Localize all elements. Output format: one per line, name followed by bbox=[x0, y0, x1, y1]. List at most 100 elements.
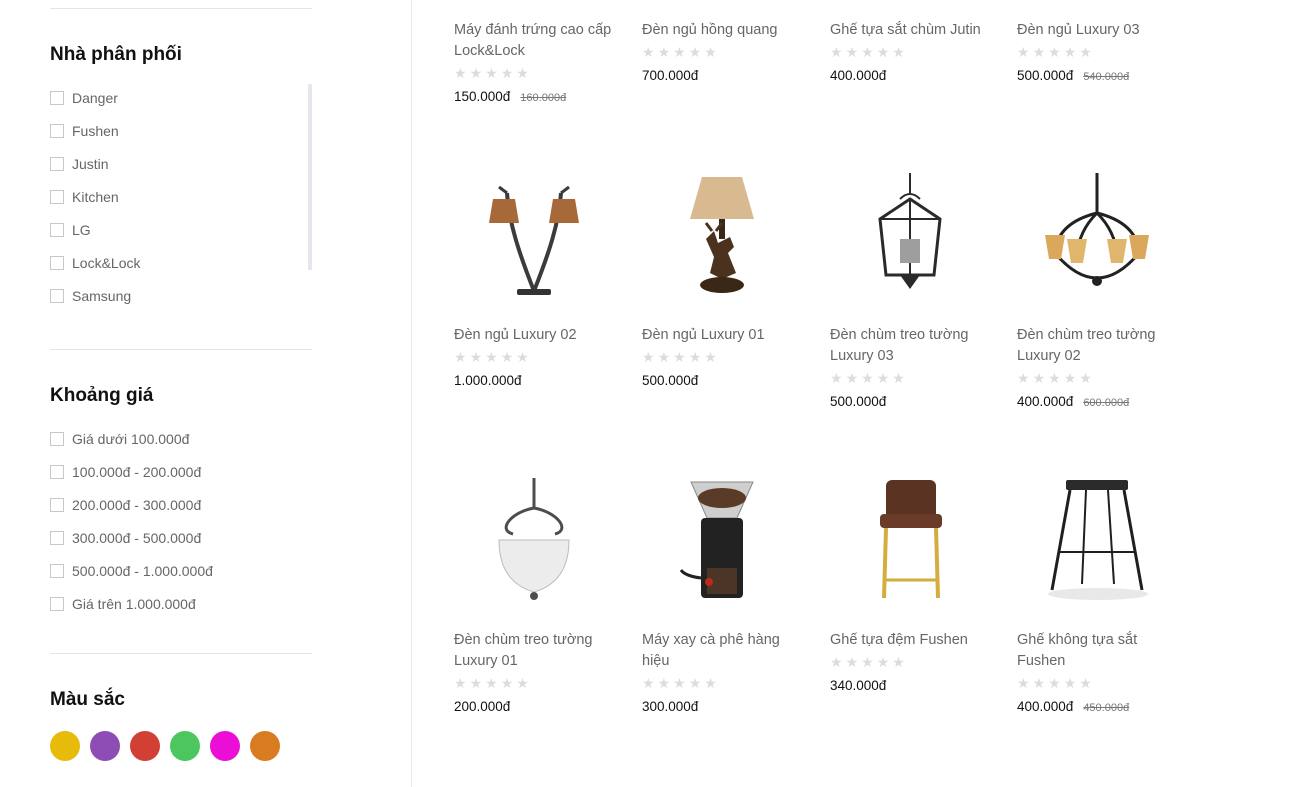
product-image[interactable] bbox=[454, 475, 614, 605]
distributor-checkbox[interactable] bbox=[50, 222, 64, 237]
distributor-checkbox[interactable] bbox=[50, 156, 64, 171]
distributor-checkbox[interactable] bbox=[50, 189, 64, 204]
distributor-option[interactable]: LG bbox=[50, 213, 140, 246]
price-row: 1.000.000đ bbox=[454, 373, 614, 388]
product-image[interactable] bbox=[1017, 475, 1177, 605]
price_range-option[interactable]: 300.000đ - 500.000đ bbox=[50, 521, 213, 554]
color-swatch[interactable] bbox=[210, 731, 240, 761]
price_range-option[interactable]: 500.000đ - 1.000.000đ bbox=[50, 554, 213, 587]
distributor-filter-title: Nhà phân phối bbox=[50, 44, 182, 65]
rating-stars: ★ ★ ★ ★ ★ bbox=[642, 350, 802, 366]
color-swatch[interactable] bbox=[130, 731, 160, 761]
star-icon: ★ bbox=[1079, 371, 1092, 387]
product-image[interactable] bbox=[454, 170, 614, 300]
price_range-option[interactable]: Giá trên 1.000.000đ bbox=[50, 587, 213, 620]
distributor-checkbox[interactable] bbox=[50, 255, 64, 270]
star-icon: ★ bbox=[1017, 676, 1030, 692]
star-icon: ★ bbox=[704, 45, 717, 61]
distributor-option[interactable]: Fushen bbox=[50, 114, 140, 147]
product-price: 400.000đ bbox=[1017, 699, 1074, 714]
star-icon: ★ bbox=[1048, 676, 1061, 692]
distributor-option[interactable]: Kitchen bbox=[50, 180, 140, 213]
product-price: 700.000đ bbox=[642, 68, 699, 83]
price-row: 150.000đ 160.000đ bbox=[454, 89, 614, 104]
price_range-checkbox[interactable] bbox=[50, 563, 64, 578]
product-card[interactable]: Máy xay cà phê hàng hiệu ★ ★ ★ ★ ★ 300.000đ bbox=[642, 0, 802, 787]
distributor-option[interactable]: Lock&Lock bbox=[50, 246, 140, 279]
star-icon: ★ bbox=[642, 676, 655, 692]
distributor-option[interactable]: Justin bbox=[50, 147, 140, 180]
star-icon: ★ bbox=[1032, 371, 1046, 387]
star-icon: ★ bbox=[485, 350, 498, 366]
star-icon: ★ bbox=[673, 350, 686, 366]
product-name-link[interactable]: Máy đánh trứng cao cấp Lock&Lock bbox=[454, 20, 614, 62]
product-price: 200.000đ bbox=[454, 699, 511, 714]
product-name-link[interactable]: Đèn chùm treo tường Luxury 02 bbox=[1017, 325, 1177, 367]
color-swatch[interactable] bbox=[250, 731, 280, 761]
product-old-price: 600.000đ bbox=[1083, 397, 1130, 409]
product-name-link[interactable]: Đèn ngủ Luxury 01 bbox=[642, 325, 802, 346]
price_range-checkbox[interactable] bbox=[50, 431, 64, 446]
distributor-option-label: Samsung bbox=[72, 287, 132, 304]
product-name-link[interactable]: Ghế tựa đệm Fushen bbox=[830, 630, 990, 651]
price_range-checkbox[interactable] bbox=[50, 596, 64, 611]
star-icon: ★ bbox=[500, 676, 514, 692]
price_range-option[interactable]: 200.000đ - 300.000đ bbox=[50, 488, 213, 521]
distributor-checkbox[interactable] bbox=[50, 123, 64, 138]
product-price: 300.000đ bbox=[642, 699, 699, 714]
star-icon: ★ bbox=[688, 676, 702, 692]
star-icon: ★ bbox=[1079, 45, 1092, 61]
price-row: 300.000đ bbox=[642, 699, 802, 714]
price_range-option[interactable]: Giá dưới 100.000đ bbox=[50, 422, 213, 455]
product-name-link[interactable]: Đèn ngủ Luxury 03 bbox=[1017, 20, 1177, 41]
price_range-checkbox[interactable] bbox=[50, 530, 64, 545]
product-info: Ghế không tựa sắt Fushen ★ ★ ★ ★ ★ 400.000đ 450… bbox=[1017, 630, 1177, 714]
product-name-link[interactable]: Ghế không tựa sắt Fushen bbox=[1017, 630, 1177, 672]
distributor-checkbox[interactable] bbox=[50, 288, 64, 303]
star-icon: ★ bbox=[704, 350, 717, 366]
price-filter-title: Khoảng giá bbox=[50, 385, 154, 406]
star-icon: ★ bbox=[892, 655, 905, 671]
product-price: 400.000đ bbox=[830, 68, 887, 83]
product-image[interactable] bbox=[642, 170, 802, 300]
distributor-list-scrollbar[interactable] bbox=[308, 84, 312, 270]
price-row: 500.000đ bbox=[642, 373, 802, 388]
product-card[interactable]: Đèn chùm treo tường Luxury 01 ★ ★ ★ ★ ★ 200.00… bbox=[454, 0, 614, 787]
price_range-checkbox[interactable] bbox=[50, 464, 64, 479]
color-swatch[interactable] bbox=[50, 731, 80, 761]
star-icon: ★ bbox=[454, 350, 467, 366]
product-name-link[interactable]: Máy xay cà phê hàng hiệu bbox=[642, 630, 802, 672]
price_range-checkbox[interactable] bbox=[50, 497, 64, 512]
star-icon: ★ bbox=[830, 371, 843, 387]
star-icon: ★ bbox=[642, 350, 655, 366]
product-name-link[interactable]: Đèn chùm treo tường Luxury 03 bbox=[830, 325, 990, 367]
rating-stars: ★ ★ ★ ★ ★ bbox=[830, 45, 990, 61]
product-image[interactable] bbox=[830, 170, 990, 300]
product-image[interactable] bbox=[830, 475, 990, 605]
product-image[interactable] bbox=[1017, 170, 1177, 300]
price_range-option-label: 500.000đ - 1.000.000đ bbox=[72, 562, 213, 579]
product-price: 500.000đ bbox=[642, 373, 699, 388]
product-name-link[interactable]: Ghế tựa sắt chùm Jutin bbox=[830, 20, 990, 41]
distributor-checkbox[interactable] bbox=[50, 90, 64, 105]
distributor-option[interactable]: Danger bbox=[50, 81, 140, 114]
distributor-option[interactable]: Samsung bbox=[50, 279, 140, 312]
color-swatch[interactable] bbox=[170, 731, 200, 761]
product-name-link[interactable]: Đèn chùm treo tường Luxury 01 bbox=[454, 630, 614, 672]
price_range-option[interactable]: 100.000đ - 200.000đ bbox=[50, 455, 213, 488]
color-swatch[interactable] bbox=[90, 731, 120, 761]
star-icon: ★ bbox=[876, 655, 890, 671]
divider bbox=[50, 8, 312, 9]
product-image[interactable] bbox=[642, 475, 802, 605]
star-icon: ★ bbox=[657, 350, 671, 366]
product-name-link[interactable]: Đèn ngủ hồng quang bbox=[642, 20, 802, 41]
star-icon: ★ bbox=[1017, 45, 1030, 61]
product-info: Máy xay cà phê hàng hiệu ★ ★ ★ ★ ★ 300.000đ bbox=[642, 630, 802, 714]
product-price: 1.000.000đ bbox=[454, 373, 522, 388]
product-name-link[interactable]: Đèn ngủ Luxury 02 bbox=[454, 325, 614, 346]
product-info: Đèn ngủ Luxury 02 ★ ★ ★ ★ ★ 1.000.000đ bbox=[454, 325, 614, 388]
product-info: Đèn ngủ hồng quang ★ ★ ★ ★ ★ 700.000đ bbox=[642, 20, 802, 83]
star-icon: ★ bbox=[830, 45, 843, 61]
star-icon: ★ bbox=[516, 350, 529, 366]
column-divider bbox=[411, 0, 412, 787]
